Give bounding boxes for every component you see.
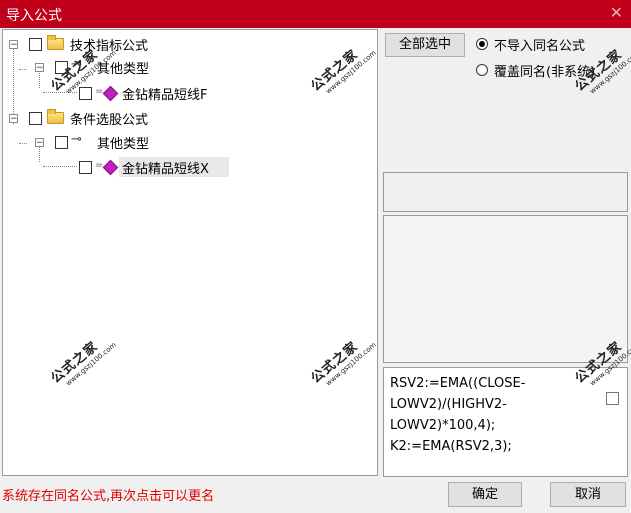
tree-node-formula-f[interactable]: = 金钻精品短线F [3,82,373,104]
overwrite-label[interactable]: 覆盖同名(非系统) [494,61,595,80]
node-label: 技术指标公式 [70,39,149,54]
formula-text: RSV2:=EMA((CLOSE- LOWV2)/(HIGHV2- LOWV2)… [390,373,595,457]
node-label: 其他类型 [97,62,150,77]
tree-node-stock-selection-formulas[interactable]: − 条件选股公式 [3,107,373,129]
overwrite-radio[interactable] [476,64,488,76]
key-icon: ⊸ [71,57,82,72]
formula-gem-icon [102,159,119,176]
tree-node-other-types[interactable]: − ⊸ 其他类型 [3,131,373,153]
preview-checkbox[interactable] [606,392,619,405]
node-label: 金钻精品短线X [122,162,209,177]
node-checkbox[interactable] [79,161,92,174]
window-title: 导入公式 [6,8,62,24]
formula-line: RSV2:=EMA((CLOSE- [390,376,526,391]
folder-icon [47,109,64,124]
formula-line: LOWV2)*100,4); [390,418,496,433]
title-bar: 导入公式 ✕ [0,0,631,28]
status-message: 系统存在同名公式,再次点击可以更名 [2,489,215,504]
tree-node-formula-x[interactable]: = 金钻精品短线X [3,156,373,178]
no-import-label[interactable]: 不导入同名公式 [494,35,585,54]
collapse-icon[interactable]: − [35,63,44,73]
collapse-icon[interactable]: − [9,40,18,50]
select-all-button[interactable]: 全部选中 [385,33,465,57]
tree-node-indicator-formulas[interactable]: − 技术指标公式 [3,33,373,55]
node-checkbox[interactable] [55,61,68,74]
equals-icon: = [95,160,104,171]
collapse-icon[interactable]: − [35,138,44,148]
cancel-button[interactable]: 取消 [550,482,626,507]
folder-icon [47,35,64,50]
key-icon: ⊸ [71,132,82,147]
no-import-radio[interactable] [476,38,488,50]
name-field[interactable] [383,172,628,212]
formula-preview[interactable]: RSV2:=EMA((CLOSE- LOWV2)/(HIGHV2- LOWV2)… [383,367,628,477]
node-label: 其他类型 [97,137,150,152]
close-icon[interactable]: ✕ [610,3,623,22]
collapse-icon[interactable]: − [9,114,18,124]
node-label: 条件选股公式 [70,113,149,128]
formula-line: K2:=EMA(RSV2,3); [390,439,512,454]
tree-node-other-types[interactable]: − ⊸ 其他类型 [3,56,373,78]
node-checkbox[interactable] [29,38,42,51]
node-checkbox[interactable] [79,87,92,100]
formula-gem-icon [102,85,119,102]
node-checkbox[interactable] [29,112,42,125]
node-checkbox[interactable] [55,136,68,149]
ok-button[interactable]: 确定 [448,482,522,507]
formula-tree[interactable]: − 技术指标公式 − ⊸ 其他类型 = 金钻精品短线F − 条件选股公式 − ⊸… [2,29,378,476]
node-label: 金钻精品短线F [122,88,208,103]
formula-line: LOWV2)/(HIGHV2- [390,397,507,412]
description-area[interactable] [383,215,628,363]
equals-icon: = [95,86,104,97]
